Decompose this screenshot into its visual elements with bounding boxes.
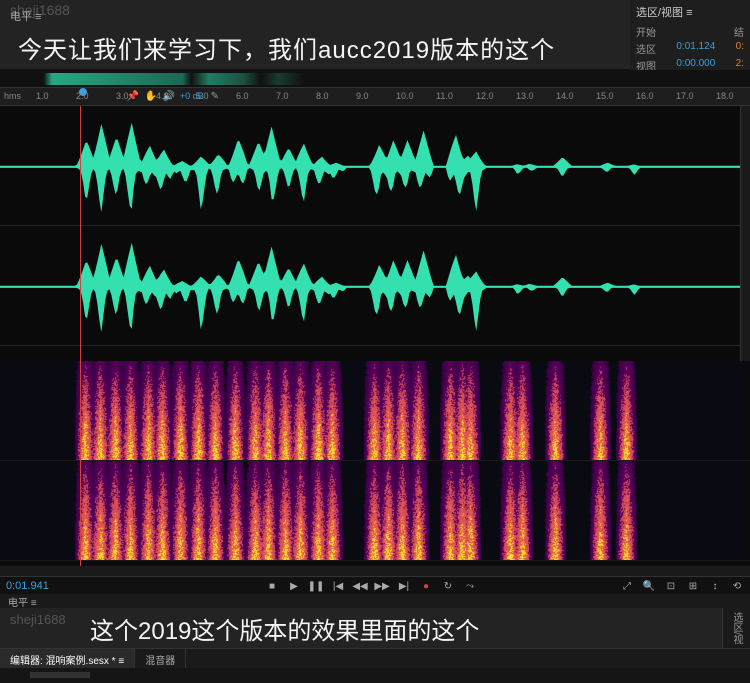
transport-controls: ■ ▶ ❚❚ |◀ ◀◀ ▶▶ ▶| ● ↻ ⤳ [265, 577, 477, 595]
ruler-tick: 7.0 [276, 91, 289, 101]
stop-button[interactable]: ■ [265, 579, 279, 593]
playhead[interactable] [80, 106, 81, 361]
forward-button[interactable]: ▶▶ [375, 579, 389, 593]
tab-mixer[interactable]: 混音器 [135, 649, 186, 668]
zoom-reset-icon[interactable]: ⟲ [730, 579, 744, 593]
tab-editor-filename: 混响案例.sesx * [46, 656, 116, 667]
ruler-tick: 12.0 [476, 91, 494, 101]
play-button[interactable]: ▶ [287, 579, 301, 593]
ruler-unit: hms [4, 91, 21, 101]
playhead-spectro[interactable] [80, 361, 81, 566]
side-panel-label[interactable]: 选区/视 [722, 608, 750, 648]
waveform-left-channel[interactable] [0, 106, 750, 226]
ruler-tick: 3.0 [116, 91, 129, 101]
levels-bottom-label[interactable]: 电平 ≡ [0, 594, 750, 608]
footer-strip [0, 668, 750, 683]
zoom-full-icon[interactable]: ⊞ [686, 579, 700, 593]
ruler-tick: 10.0 [396, 91, 414, 101]
tab-editor-prefix: 编辑器: [10, 656, 43, 667]
spectrogram-right[interactable] [0, 461, 750, 561]
cursor-tool-icon[interactable]: ✎ [208, 89, 222, 103]
video-subtitle-bottom: 这个2019这个版本的效果里面的这个 [90, 611, 479, 646]
waveform-right-svg [0, 226, 750, 348]
amplitude-scale[interactable] [740, 106, 750, 361]
selection-view-panel: 选区/视图 ≡ 开始 结 选区 0:01.124 0: 视图 0:00.000 … [630, 0, 750, 70]
waveform-pane[interactable] [0, 106, 750, 361]
zoom-out-icon[interactable]: ⤢ [620, 579, 634, 593]
video-subtitle-top: 今天让我们来学习下，我们aucc2019版本的这个 [18, 30, 555, 65]
ruler-tick: 15.0 [596, 91, 614, 101]
ruler-tick: 8.0 [316, 91, 329, 101]
forward-end-button[interactable]: ▶| [397, 579, 411, 593]
skip-button[interactable]: ⤳ [463, 579, 477, 593]
ruler-tick: 11.0 [436, 91, 453, 101]
spectrogram-left[interactable] [0, 361, 750, 461]
time-ruler[interactable]: hms 📌 ✋ 🔊 +0 dB ✎ 1.02.03.04.05.06.07.08… [0, 88, 750, 106]
ruler-tick: 13.0 [516, 91, 534, 101]
zoom-tools: ⤢ 🔍 ⊡ ⊞ ↕ ⟲ [620, 577, 744, 595]
ruler-tick: 16.0 [636, 91, 654, 101]
spectrogram-pane[interactable] [0, 361, 750, 566]
ruler-tick: 2.0 [76, 91, 89, 101]
record-button[interactable]: ● [419, 579, 433, 593]
ruler-tick: 9.0 [356, 91, 369, 101]
tab-editor[interactable]: 编辑器: 混响案例.sesx * ≡ [0, 649, 135, 668]
overview-waveform [0, 73, 435, 85]
current-timecode[interactable]: 0:01.941 [6, 580, 49, 592]
zoom-vertical-icon[interactable]: ↕ [708, 579, 722, 593]
footer-mini-preview[interactable] [30, 672, 90, 678]
ruler-tick: 6.0 [236, 91, 249, 101]
ruler-tick: 5.0 [196, 91, 209, 101]
ruler-tick: 14.0 [556, 91, 574, 101]
pause-button[interactable]: ❚❚ [309, 579, 323, 593]
ruler-tick: 4.0 [156, 91, 169, 101]
selection-value[interactable]: 0:01.124 [676, 41, 715, 56]
overview-strip[interactable] [0, 70, 750, 88]
selection-label: 选区 [636, 41, 656, 56]
bottom-tabs: 编辑器: 混响案例.sesx * ≡ 混音器 [0, 648, 750, 668]
rewind-button[interactable]: ◀◀ [353, 579, 367, 593]
zoom-selection-icon[interactable]: ⊡ [664, 579, 678, 593]
zoom-in-icon[interactable]: 🔍 [642, 579, 656, 593]
ruler-tick: 17.0 [676, 91, 694, 101]
rewind-start-button[interactable]: |◀ [331, 579, 345, 593]
ruler-tick: 18.0 [716, 91, 734, 101]
selection-end-label: 结 [734, 24, 744, 39]
levels-panel-label[interactable]: 电平 ≡ [10, 8, 41, 24]
selection-panel-title: 选区/视图 ≡ [636, 4, 744, 20]
ruler-tick: 1.0 [36, 91, 49, 101]
tab-menu-icon[interactable]: ≡ [118, 656, 124, 667]
selection-start-label: 开始 [636, 24, 656, 39]
waveform-left-svg [0, 106, 750, 228]
watermark-text-2: sheji1688 [10, 612, 66, 627]
loop-button[interactable]: ↻ [441, 579, 455, 593]
waveform-right-channel[interactable] [0, 226, 750, 346]
selection-end-value[interactable]: 0: [736, 41, 744, 56]
